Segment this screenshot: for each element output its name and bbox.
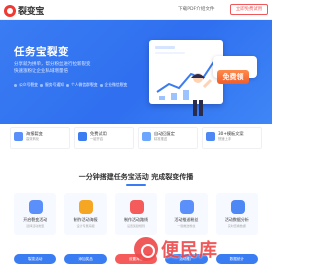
flow-step-button[interactable]: 添加奖品	[64, 254, 107, 264]
gift-icon	[78, 132, 87, 141]
hero-feature-item: 个人微信群裂变	[65, 82, 98, 88]
hero-banner: 任务宝裂变 分享就为拼单，帮分粉丝进行拉新裂变 快速涨粉让企业私域增量倍 公众号…	[0, 20, 272, 124]
step-title: 开启裂变活动	[23, 217, 48, 222]
step-desc: 选择活动类型	[26, 224, 45, 228]
logo-text: 裂变宝	[18, 7, 45, 17]
step-desc: 设置奖励规则	[127, 224, 146, 228]
flow-step-button[interactable]: 数据统计	[215, 254, 259, 264]
bullet-icon	[99, 83, 103, 87]
feature-card[interactable]: 免费试用 一键开启	[74, 127, 134, 149]
watermark-text: 便民库	[161, 240, 218, 261]
step-card[interactable]: 活动推送粉丝 一键推送粉丝	[165, 193, 208, 235]
reply-icon	[142, 132, 151, 141]
bullet-icon	[65, 83, 69, 87]
feature-card[interactable]: 自动回复定 精准推送	[138, 127, 198, 149]
feature-cards: 海报裂变 高效转化 免费试用 一键开启 自动回复定 精准推送 30+模板文案 快速上手	[10, 127, 262, 149]
top-nav-bar: 裂变宝 下载PDF介绍文件 立即免费试用	[0, 0, 272, 20]
bullet-icon	[39, 83, 43, 87]
card-desc: 快速上手	[218, 137, 232, 141]
free-trial-button[interactable]: 立即免费试用	[230, 4, 268, 15]
hero-subtitle-line1: 分享就为拼单，帮分粉丝进行拉新裂变	[14, 62, 91, 67]
person-icon	[191, 73, 213, 116]
card-desc: 精准推送	[154, 137, 168, 141]
hero-illustration: 免费领	[143, 30, 263, 120]
step-card[interactable]: 活动数据分析 实时查看数据	[215, 193, 259, 235]
route-icon	[129, 200, 144, 214]
brand-logo[interactable]: 裂变宝	[4, 4, 44, 17]
hero-feature-item: 企业微信裂变	[99, 82, 127, 88]
step-desc: 设计专属海报	[76, 224, 95, 228]
card-desc: 一键开启	[90, 137, 104, 141]
section-title: 一分钟搭建任务宝活动 完成裂变传播	[78, 173, 194, 181]
step-title: 制作活动海报	[73, 217, 98, 222]
flow-step-button[interactable]: 裂变活动	[14, 254, 57, 264]
step-title: 活动数据分析	[224, 217, 249, 222]
section-divider	[126, 184, 146, 186]
bullet-icon	[14, 83, 17, 87]
hero-title: 任务宝裂变	[14, 46, 69, 58]
watermark-logo-icon	[134, 237, 158, 261]
hero-subtitle-line2: 快速涨粉让企业私域增量倍	[14, 69, 68, 74]
hero-feature-list: 公众号裂变 服务号通知 个人微信群裂变 企业微信裂变	[14, 82, 127, 88]
chart-icon	[230, 200, 245, 214]
step-desc: 实时查看数据	[227, 224, 246, 228]
step-desc: 一键推送粉丝	[177, 224, 196, 228]
step-title: 制作活动路线	[124, 217, 149, 222]
hero-feature-item: 服务号通知	[39, 82, 64, 88]
card-desc: 高效转化	[26, 137, 40, 141]
hero-feature-item: 公众号裂变	[14, 82, 38, 88]
download-pdf-link[interactable]: 下载PDF介绍文件	[178, 6, 215, 12]
poster-icon	[14, 132, 23, 141]
watermark: 便民库	[134, 236, 218, 262]
feature-card[interactable]: 海报裂变 高效转化	[10, 127, 70, 149]
play-icon	[29, 200, 43, 214]
send-icon	[180, 200, 195, 214]
image-icon	[79, 200, 94, 214]
step-card[interactable]: 开启裂变活动 选择活动类型	[14, 193, 57, 235]
logo-icon	[4, 4, 16, 17]
feature-card[interactable]: 30+模板文案 快速上手	[202, 127, 262, 149]
step-card[interactable]: 制作活动路线 设置奖励规则	[114, 193, 158, 235]
step-cards: 开启裂变活动 选择活动类型 制作活动海报 设计专属海报 制作活动路线 设置奖励规…	[14, 193, 259, 235]
step-title: 活动推送粉丝	[174, 217, 199, 222]
step-card[interactable]: 制作活动海报 设计专属海报	[64, 193, 107, 235]
free-claim-badge[interactable]: 免费领	[217, 70, 249, 84]
template-icon	[206, 132, 215, 141]
